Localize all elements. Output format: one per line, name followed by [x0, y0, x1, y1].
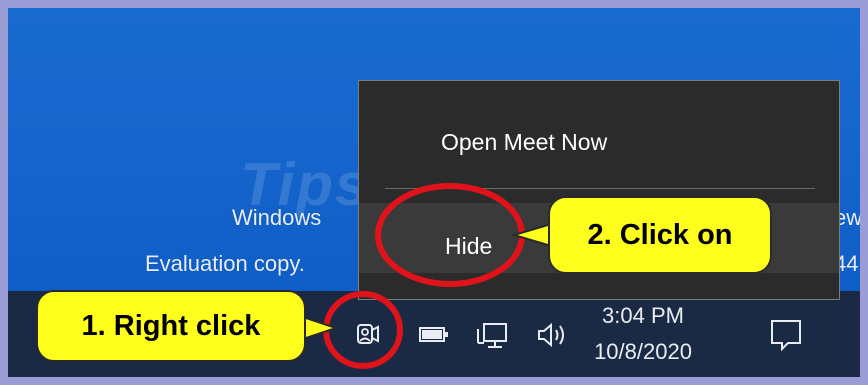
desktop-watermark-line1-left: Windows [232, 205, 322, 230]
meet-now-icon[interactable] [350, 317, 386, 353]
taskbar-clock[interactable]: 3:04 PM 10/8/2020 [588, 301, 698, 369]
volume-icon[interactable] [534, 317, 570, 353]
action-center-icon[interactable] [766, 315, 806, 355]
network-icon[interactable] [474, 317, 510, 353]
menu-item-open-meet-now[interactable]: Open Meet Now [441, 129, 607, 156]
menu-item-hide-label: Hide [445, 233, 493, 259]
clock-date: 10/8/2020 [594, 339, 692, 364]
callout-step-2: 2. Click on [548, 196, 772, 274]
desktop-watermark-line2-left: Evaluation copy. [145, 251, 305, 276]
battery-icon[interactable] [416, 317, 452, 353]
callout-step-1: 1. Right click [36, 290, 306, 362]
clock-time: 3:04 PM [602, 303, 684, 328]
menu-separator [385, 188, 815, 189]
